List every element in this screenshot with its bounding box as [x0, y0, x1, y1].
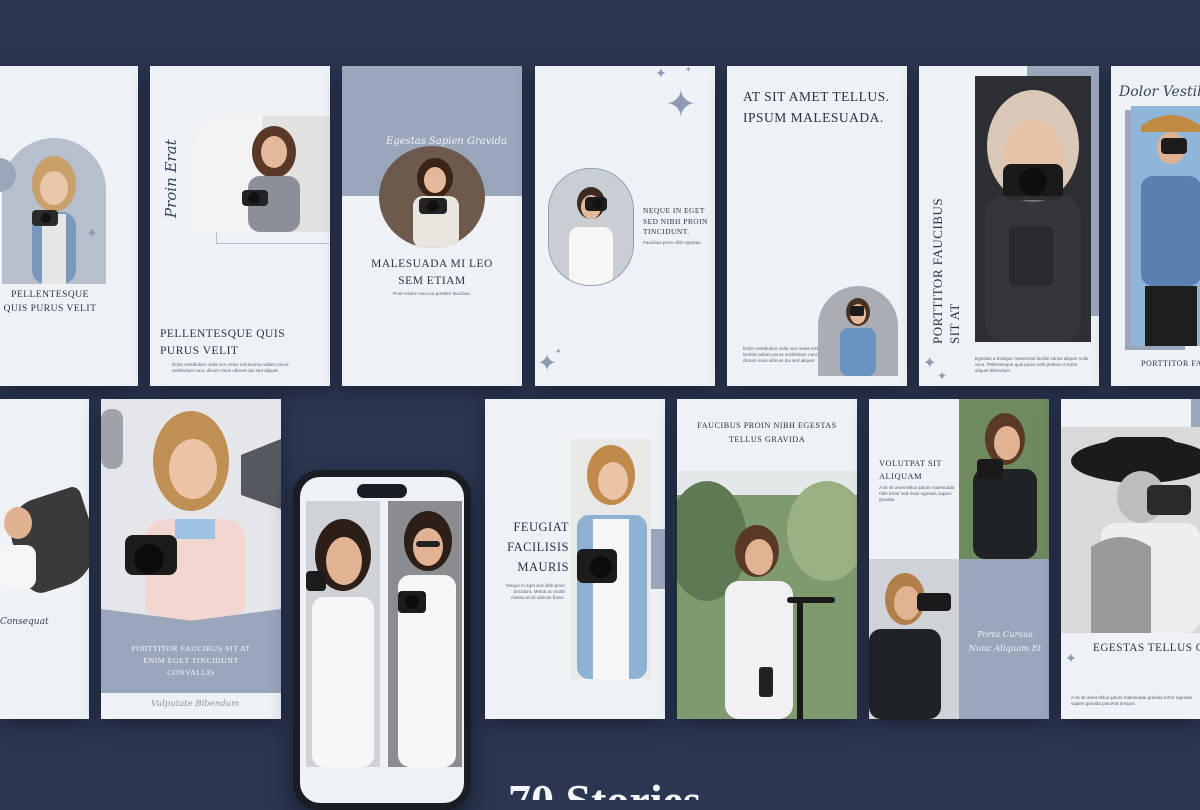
card-body: Proin erat in arcu eu porttitor faucibus… — [393, 291, 471, 296]
card-title: NEQUE IN EGET SED NIBH PROIN TINCIDUNT. — [643, 206, 708, 236]
sparkle-icon: ✦ — [923, 355, 937, 372]
story-card-9[interactable]: PORTTITOR FAUCIBUS SIT AT ENIM EGET TINC… — [101, 399, 281, 719]
card-title: VOLUTPAT SIT ALIQUAM — [879, 459, 942, 481]
card-body: A sit sit amet tellus ipsum malesuada gr… — [1071, 695, 1193, 707]
photo-woman-camera — [1131, 106, 1200, 346]
sparkle-icon: ✦ — [685, 66, 692, 74]
photo-woman-hat-camera-bw — [1061, 427, 1200, 633]
card-title: MALESUADA MI LEO SEM ETIAM — [371, 258, 493, 287]
card-body: Faucibus proin nibh egestas. — [643, 240, 702, 245]
photo-woman-camera — [101, 399, 281, 621]
story-card-11[interactable]: FAUCIBUS PROIN NIBH EGESTAS TELLUS GRAVI… — [677, 399, 857, 719]
story-card-5[interactable]: AT SIT AMET TELLUS. IPSUM MALESUADA. Dol… — [727, 66, 907, 386]
photo-woman-scooter — [677, 471, 857, 719]
story-card-8[interactable]: Consequat — [0, 399, 89, 719]
sparkle-icon: ✦ — [655, 67, 667, 82]
story-card-2[interactable]: Proin Erat PELLENTESQUE QUIS PURUS VELIT… — [150, 66, 330, 386]
story-card-1[interactable]: ✦ PELLENTESQUE QUIS PURUS VELIT — [0, 66, 138, 386]
photo-woman-camera — [571, 439, 651, 679]
phone-notch — [357, 484, 407, 498]
photo-woman-camera-bottom — [869, 559, 959, 719]
phone-mockup — [293, 470, 471, 810]
story-card-4[interactable]: ✦ ✦ ✦ NEQUE IN EGET SED NIBH PROIN TINCI… — [535, 66, 715, 386]
slate-side-block — [1191, 399, 1200, 429]
photo-woman-camera — [0, 505, 44, 589]
card-title: PORTTITOR FA EGET TINCIDU — [1141, 359, 1200, 368]
card-body: Dolor vestibulum nulla non netus nisl la… — [743, 346, 819, 364]
story-card-12[interactable]: VOLUTPAT SIT ALIQUAM A sit sit amet tell… — [869, 399, 1049, 719]
card-body: Dolor vestibulum nulla non netus nisl la… — [172, 362, 289, 374]
sparkle-icon: ✦ — [555, 347, 562, 356]
sparkle-icon: ✦ — [86, 227, 98, 242]
photo-woman-camera — [192, 116, 330, 232]
script-signature: Vulputate Bibendum — [151, 699, 240, 709]
card-title: FAUCIBUS PROIN NIBH EGESTAS TELLUS GRAVI… — [697, 421, 837, 444]
sparkle-icon: ✦ — [665, 84, 697, 126]
card-body: A sit sit amet tellus ipsum malesuada ni… — [879, 485, 955, 503]
banner-title: PORTTITOR FAUCIBUS SIT AT ENIM EGET TINC… — [131, 644, 251, 677]
card-title: PELLENTESQUE QUIS PURUS VELIT — [160, 328, 286, 357]
story-card-13[interactable]: EGESTAS TELLUS GRAVIDA TORTOR LOREM ALIQ… — [1061, 399, 1200, 719]
photo-woman-camera — [975, 76, 1091, 342]
card-body: Neque in eget sed nibh proin tincidunt. … — [506, 583, 565, 601]
photo-woman-glasses-camera — [388, 501, 462, 767]
photo-woman-smiling — [306, 501, 380, 767]
script-heading: Egestas Sapien Gravida — [386, 136, 507, 147]
card-body: Egestas a tristique maecenas facilisi va… — [975, 356, 1089, 374]
phone-screen — [300, 477, 464, 803]
photo-woman-camera — [6, 144, 102, 284]
script-heading: Consequat — [0, 617, 49, 627]
sparkle-icon: ✦ — [1065, 652, 1077, 667]
photo-woman-camera-top — [959, 399, 1049, 559]
headline-70-stories: 70 Stories — [508, 778, 701, 800]
vertical-title: PORTTITOR FAUCIBUS SIT AT — [930, 197, 962, 344]
script-heading: Dolor Vestib — [1119, 84, 1200, 100]
story-card-6[interactable]: PORTTITOR FAUCIBUS SIT AT Egestas a tris… — [919, 66, 1099, 386]
sparkle-icon: ✦ — [937, 369, 948, 383]
card-title: EGESTAS TELLUS GRAVIDA TORTOR LOREM ALIQ… — [1093, 642, 1200, 654]
script-heading: Porta Cursus Nunc Aliquam Et — [968, 629, 1042, 653]
script-heading: Proin Erat — [162, 139, 180, 218]
card-title: AT SIT AMET TELLUS. IPSUM MALESUADA. — [743, 89, 890, 125]
photo-woman-camera-oval — [548, 168, 634, 286]
photo-woman-camera-circle — [379, 146, 485, 248]
story-card-10[interactable]: FEUGIAT FACILISIS MAURIS Neque in eget s… — [485, 399, 665, 719]
photo-woman-camera-arch — [818, 286, 898, 376]
card-title: FEUGIAT FACILISIS MAURIS — [507, 520, 569, 574]
card-caption: PELLENTESQUE QUIS PURUS VELIT — [3, 290, 97, 314]
story-card-7[interactable]: Dolor Vestib PORTTITOR FA EGET TINCIDU — [1111, 66, 1200, 386]
story-card-3[interactable]: Egestas Sapien Gravida MALESUADA MI LEO … — [342, 66, 522, 386]
